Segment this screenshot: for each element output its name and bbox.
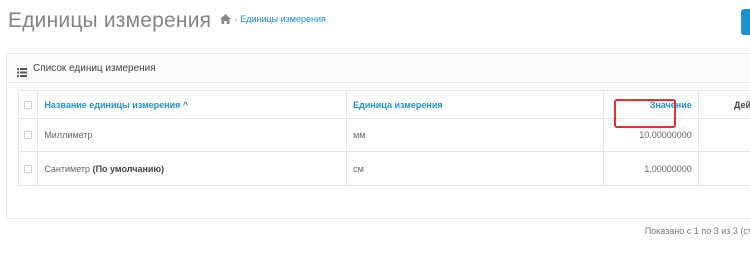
unit-value: 1.00000000 — [644, 163, 692, 174]
row-actions-cell — [699, 152, 750, 185]
add-button[interactable] — [741, 9, 750, 35]
row-check-cell — [19, 119, 39, 151]
unit-name: Сантиметр — [44, 163, 91, 174]
actions-header-label: Дей — [733, 99, 750, 110]
pagination-info: Показано с 1 по 3 из 3 (стр — [644, 226, 750, 236]
panel-title: Список единиц измерения — [33, 62, 156, 74]
unit-column-header: Единица измерения — [347, 91, 604, 118]
page-title: Единицы измерения — [8, 9, 212, 32]
highlight-box — [614, 99, 676, 128]
home-icon[interactable] — [220, 14, 232, 24]
sort-by-unit-link[interactable]: Единица измерения — [353, 100, 443, 110]
row-check-cell — [19, 152, 39, 185]
row-actions-cell — [699, 119, 750, 151]
list-icon — [17, 64, 27, 77]
select-all-cell — [19, 91, 39, 118]
name-column-header: Название единицы измерения ^ — [38, 91, 348, 118]
unit-symbol-cell: см — [347, 152, 604, 185]
unit-value-cell: 1.00000000 — [604, 152, 699, 185]
breadcrumb-link[interactable]: Единицы измерения — [240, 14, 326, 24]
units-panel: Список единиц измерения Название единицы… — [6, 53, 750, 236]
sort-by-name-link[interactable]: Название единицы измерения ^ — [44, 100, 188, 110]
breadcrumb: › Единицы измерения — [220, 14, 326, 24]
unit-name-cell: Сантиметр (По умолчанию) — [38, 152, 348, 185]
select-all-checkbox[interactable] — [24, 100, 33, 109]
page-header: Единицы измерения › Единицы измерения — [8, 9, 326, 39]
row-checkbox[interactable] — [24, 164, 33, 173]
actions-column-header: Дей — [699, 91, 750, 118]
row-checkbox[interactable] — [24, 131, 33, 139]
breadcrumb-separator: › — [234, 14, 238, 24]
unit-symbol: мм — [353, 130, 366, 140]
unit-symbol-cell: мм — [347, 119, 604, 151]
unit-name-cell: Миллиметр — [38, 119, 348, 151]
unit-symbol: см — [353, 163, 364, 174]
unit-name: Миллиметр — [44, 130, 93, 140]
table-row: Сантиметр (По умолчанию) см 1.00000000 — [19, 152, 750, 185]
panel-heading: Список единиц измерения — [7, 54, 750, 83]
unit-name-suffix: (По умолчанию) — [92, 163, 165, 174]
unit-value: 10.00000000 — [639, 130, 692, 140]
